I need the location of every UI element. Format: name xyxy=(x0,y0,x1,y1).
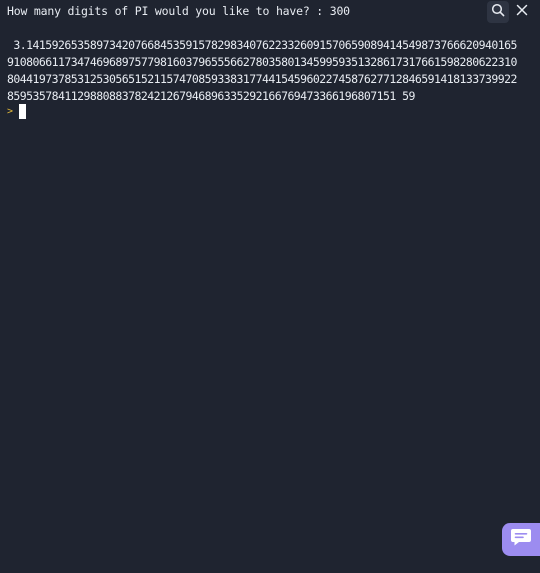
close-button[interactable] xyxy=(511,1,533,23)
search-icon xyxy=(491,3,505,22)
output-line: 8595357841129880883782421267946896335292… xyxy=(7,89,415,103)
chat-icon xyxy=(510,527,532,552)
console-input-line[interactable]: > xyxy=(7,103,26,119)
console-output: 3.14159265358973420766845359157829834076… xyxy=(7,37,535,105)
console-window: How many digits of PI would you like to … xyxy=(0,0,540,573)
console-prompt-text: How many digits of PI would you like to … xyxy=(7,4,350,18)
close-icon xyxy=(516,4,528,21)
input-prompt-symbol: > xyxy=(7,105,14,117)
search-button[interactable] xyxy=(487,1,509,23)
output-line: 9108066117347469689757798160379655566278… xyxy=(7,55,517,69)
console-toolbar xyxy=(487,1,533,23)
chat-button[interactable] xyxy=(502,523,540,556)
output-line: 8044197378531253056515211574708593383177… xyxy=(7,72,517,86)
output-line: 3.14159265358973420766845359157829834076… xyxy=(7,38,517,52)
text-cursor[interactable] xyxy=(19,103,26,119)
